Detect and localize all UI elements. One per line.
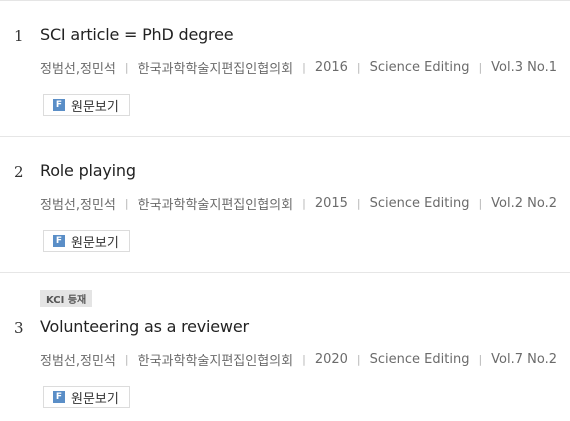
view-fulltext-button[interactable]: F 원문보기 bbox=[43, 386, 130, 408]
year: 2015 bbox=[314, 196, 348, 211]
result-number: 3 bbox=[14, 319, 24, 337]
publisher[interactable]: 한국과학학술지편집인협의회 bbox=[138, 58, 293, 77]
authors[interactable]: 정범선,정민석 bbox=[40, 58, 116, 77]
view-fulltext-label: 원문보기 bbox=[71, 391, 119, 407]
view-fulltext-button[interactable]: F 원문보기 bbox=[43, 94, 130, 116]
meta-separator: | bbox=[124, 353, 129, 366]
meta-separator: | bbox=[124, 61, 129, 74]
result-title-link[interactable]: SCI article = PhD degree bbox=[40, 25, 234, 44]
top-divider bbox=[0, 0, 570, 1]
meta-separator: | bbox=[478, 197, 483, 210]
result-divider bbox=[0, 136, 570, 137]
meta-separator: | bbox=[356, 197, 361, 210]
result-number: 2 bbox=[14, 163, 24, 181]
fulltext-file-icon: F bbox=[53, 99, 65, 111]
authors[interactable]: 정범선,정민석 bbox=[40, 194, 116, 213]
result-title-link[interactable]: Role playing bbox=[40, 161, 136, 180]
meta-separator: | bbox=[478, 353, 483, 366]
journal-name[interactable]: Science Editing bbox=[370, 196, 470, 211]
result-meta: 정범선,정민석 | 한국과학학술지편집인협의회 | 2016 | Science… bbox=[40, 58, 557, 77]
journal-name[interactable]: Science Editing bbox=[370, 60, 470, 75]
view-fulltext-button[interactable]: F 원문보기 bbox=[43, 230, 130, 252]
result-title-link[interactable]: Volunteering as a reviewer bbox=[40, 317, 249, 336]
view-fulltext-label: 원문보기 bbox=[71, 235, 119, 251]
result-meta: 정범선,정민석 | 한국과학학술지편집인협의회 | 2015 | Science… bbox=[40, 194, 557, 213]
result-divider bbox=[0, 272, 570, 273]
fulltext-file-icon: F bbox=[53, 391, 65, 403]
result-number: 1 bbox=[14, 27, 24, 45]
meta-separator: | bbox=[302, 61, 306, 74]
meta-separator: | bbox=[302, 197, 306, 210]
fulltext-file-icon: F bbox=[53, 235, 65, 247]
meta-separator: | bbox=[302, 353, 306, 366]
result-meta: 정범선,정민석 | 한국과학학술지편집인협의회 | 2020 | Science… bbox=[40, 350, 557, 369]
volume-issue: Vol.7 No.2 bbox=[491, 352, 558, 367]
year: 2016 bbox=[314, 60, 348, 75]
meta-separator: | bbox=[356, 353, 361, 366]
meta-separator: | bbox=[356, 61, 361, 74]
journal-name[interactable]: Science Editing bbox=[370, 352, 470, 367]
volume-issue: Vol.2 No.2 bbox=[491, 196, 558, 211]
authors[interactable]: 정범선,정민석 bbox=[40, 350, 116, 369]
year: 2020 bbox=[314, 352, 348, 367]
meta-separator: | bbox=[124, 197, 129, 210]
publisher[interactable]: 한국과학학술지편집인협의회 bbox=[138, 194, 293, 213]
kci-badge: KCI 등재 bbox=[40, 290, 93, 307]
view-fulltext-label: 원문보기 bbox=[71, 99, 119, 115]
meta-separator: | bbox=[478, 61, 483, 74]
volume-issue: Vol.3 No.1 bbox=[491, 60, 558, 75]
publisher[interactable]: 한국과학학술지편집인협의회 bbox=[138, 350, 293, 369]
